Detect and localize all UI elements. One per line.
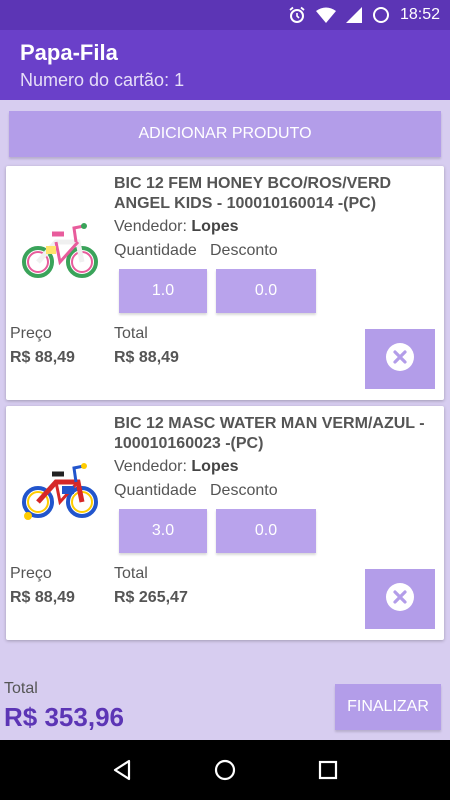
signal-icon — [345, 7, 362, 23]
remove-product-button[interactable] — [365, 329, 435, 389]
product-image-blue-red-bicycle — [18, 446, 102, 530]
home-icon[interactable] — [200, 745, 250, 795]
quantity-input[interactable]: 3.0 — [119, 509, 207, 553]
battery-icon — [372, 6, 390, 24]
total-label: Total — [114, 325, 148, 342]
add-product-button[interactable]: ADICIONAR PRODUTO — [9, 111, 441, 157]
product-list: ADICIONAR PRODUTO BIC 12 FEM HONEY BCO/R… — [0, 100, 450, 676]
order-footer: Total R$ 353,96 FINALIZAR — [0, 676, 450, 740]
product-description: BIC 12 FEM HONEY BCO/ROS/VERD ANGEL KIDS… — [114, 175, 392, 212]
wifi-icon — [315, 7, 336, 23]
finalize-button[interactable]: FINALIZAR — [335, 684, 441, 730]
status-time: 18:52 — [399, 6, 440, 23]
recents-icon[interactable] — [303, 745, 353, 795]
back-icon[interactable] — [97, 745, 147, 795]
discount-input[interactable]: 0.0 — [216, 509, 316, 553]
order-total-value: R$ 353,96 — [4, 702, 124, 732]
remove-product-button[interactable] — [365, 569, 435, 629]
card-number: Numero do cartão: 1 — [20, 70, 185, 90]
discount-label: Desconto — [210, 482, 278, 499]
price-value: R$ 88,49 — [10, 349, 75, 366]
alarm-icon — [288, 6, 306, 24]
close-circle-icon — [385, 582, 415, 617]
quantity-label: Quantidade — [114, 482, 197, 499]
product-card: BIC 12 FEM HONEY BCO/ROS/VERD ANGEL KIDS… — [6, 166, 444, 400]
seller-name: Lopes — [191, 458, 239, 475]
product-seller: Vendedor: Lopes — [114, 218, 239, 236]
seller-name: Lopes — [191, 218, 239, 235]
discount-label: Desconto — [210, 242, 278, 259]
app-bar: Papa-Fila Numero do cartão: 1 — [0, 30, 450, 100]
product-card: BIC 12 MASC WATER MAN VERM/AZUL - 100010… — [6, 406, 444, 640]
app-title: Papa-Fila — [20, 40, 118, 65]
price-label: Preço — [10, 325, 52, 342]
seller-label: Vendedor: — [114, 458, 187, 475]
total-value: R$ 88,49 — [114, 349, 179, 366]
seller-label: Vendedor: — [114, 218, 187, 235]
price-label: Preço — [10, 565, 52, 582]
close-circle-icon — [385, 342, 415, 377]
status-bar: 18:52 — [0, 0, 450, 30]
total-value: R$ 265,47 — [114, 589, 188, 606]
product-image-pink-bicycle — [18, 206, 102, 290]
price-value: R$ 88,49 — [10, 589, 75, 606]
product-description: BIC 12 MASC WATER MAN VERM/AZUL - 100010… — [114, 415, 425, 452]
quantity-input[interactable]: 1.0 — [119, 269, 207, 313]
order-total-label: Total — [4, 680, 38, 697]
quantity-label: Quantidade — [114, 242, 197, 259]
discount-input[interactable]: 0.0 — [216, 269, 316, 313]
system-nav-bar — [0, 740, 450, 800]
total-label: Total — [114, 565, 148, 582]
product-seller: Vendedor: Lopes — [114, 458, 239, 476]
